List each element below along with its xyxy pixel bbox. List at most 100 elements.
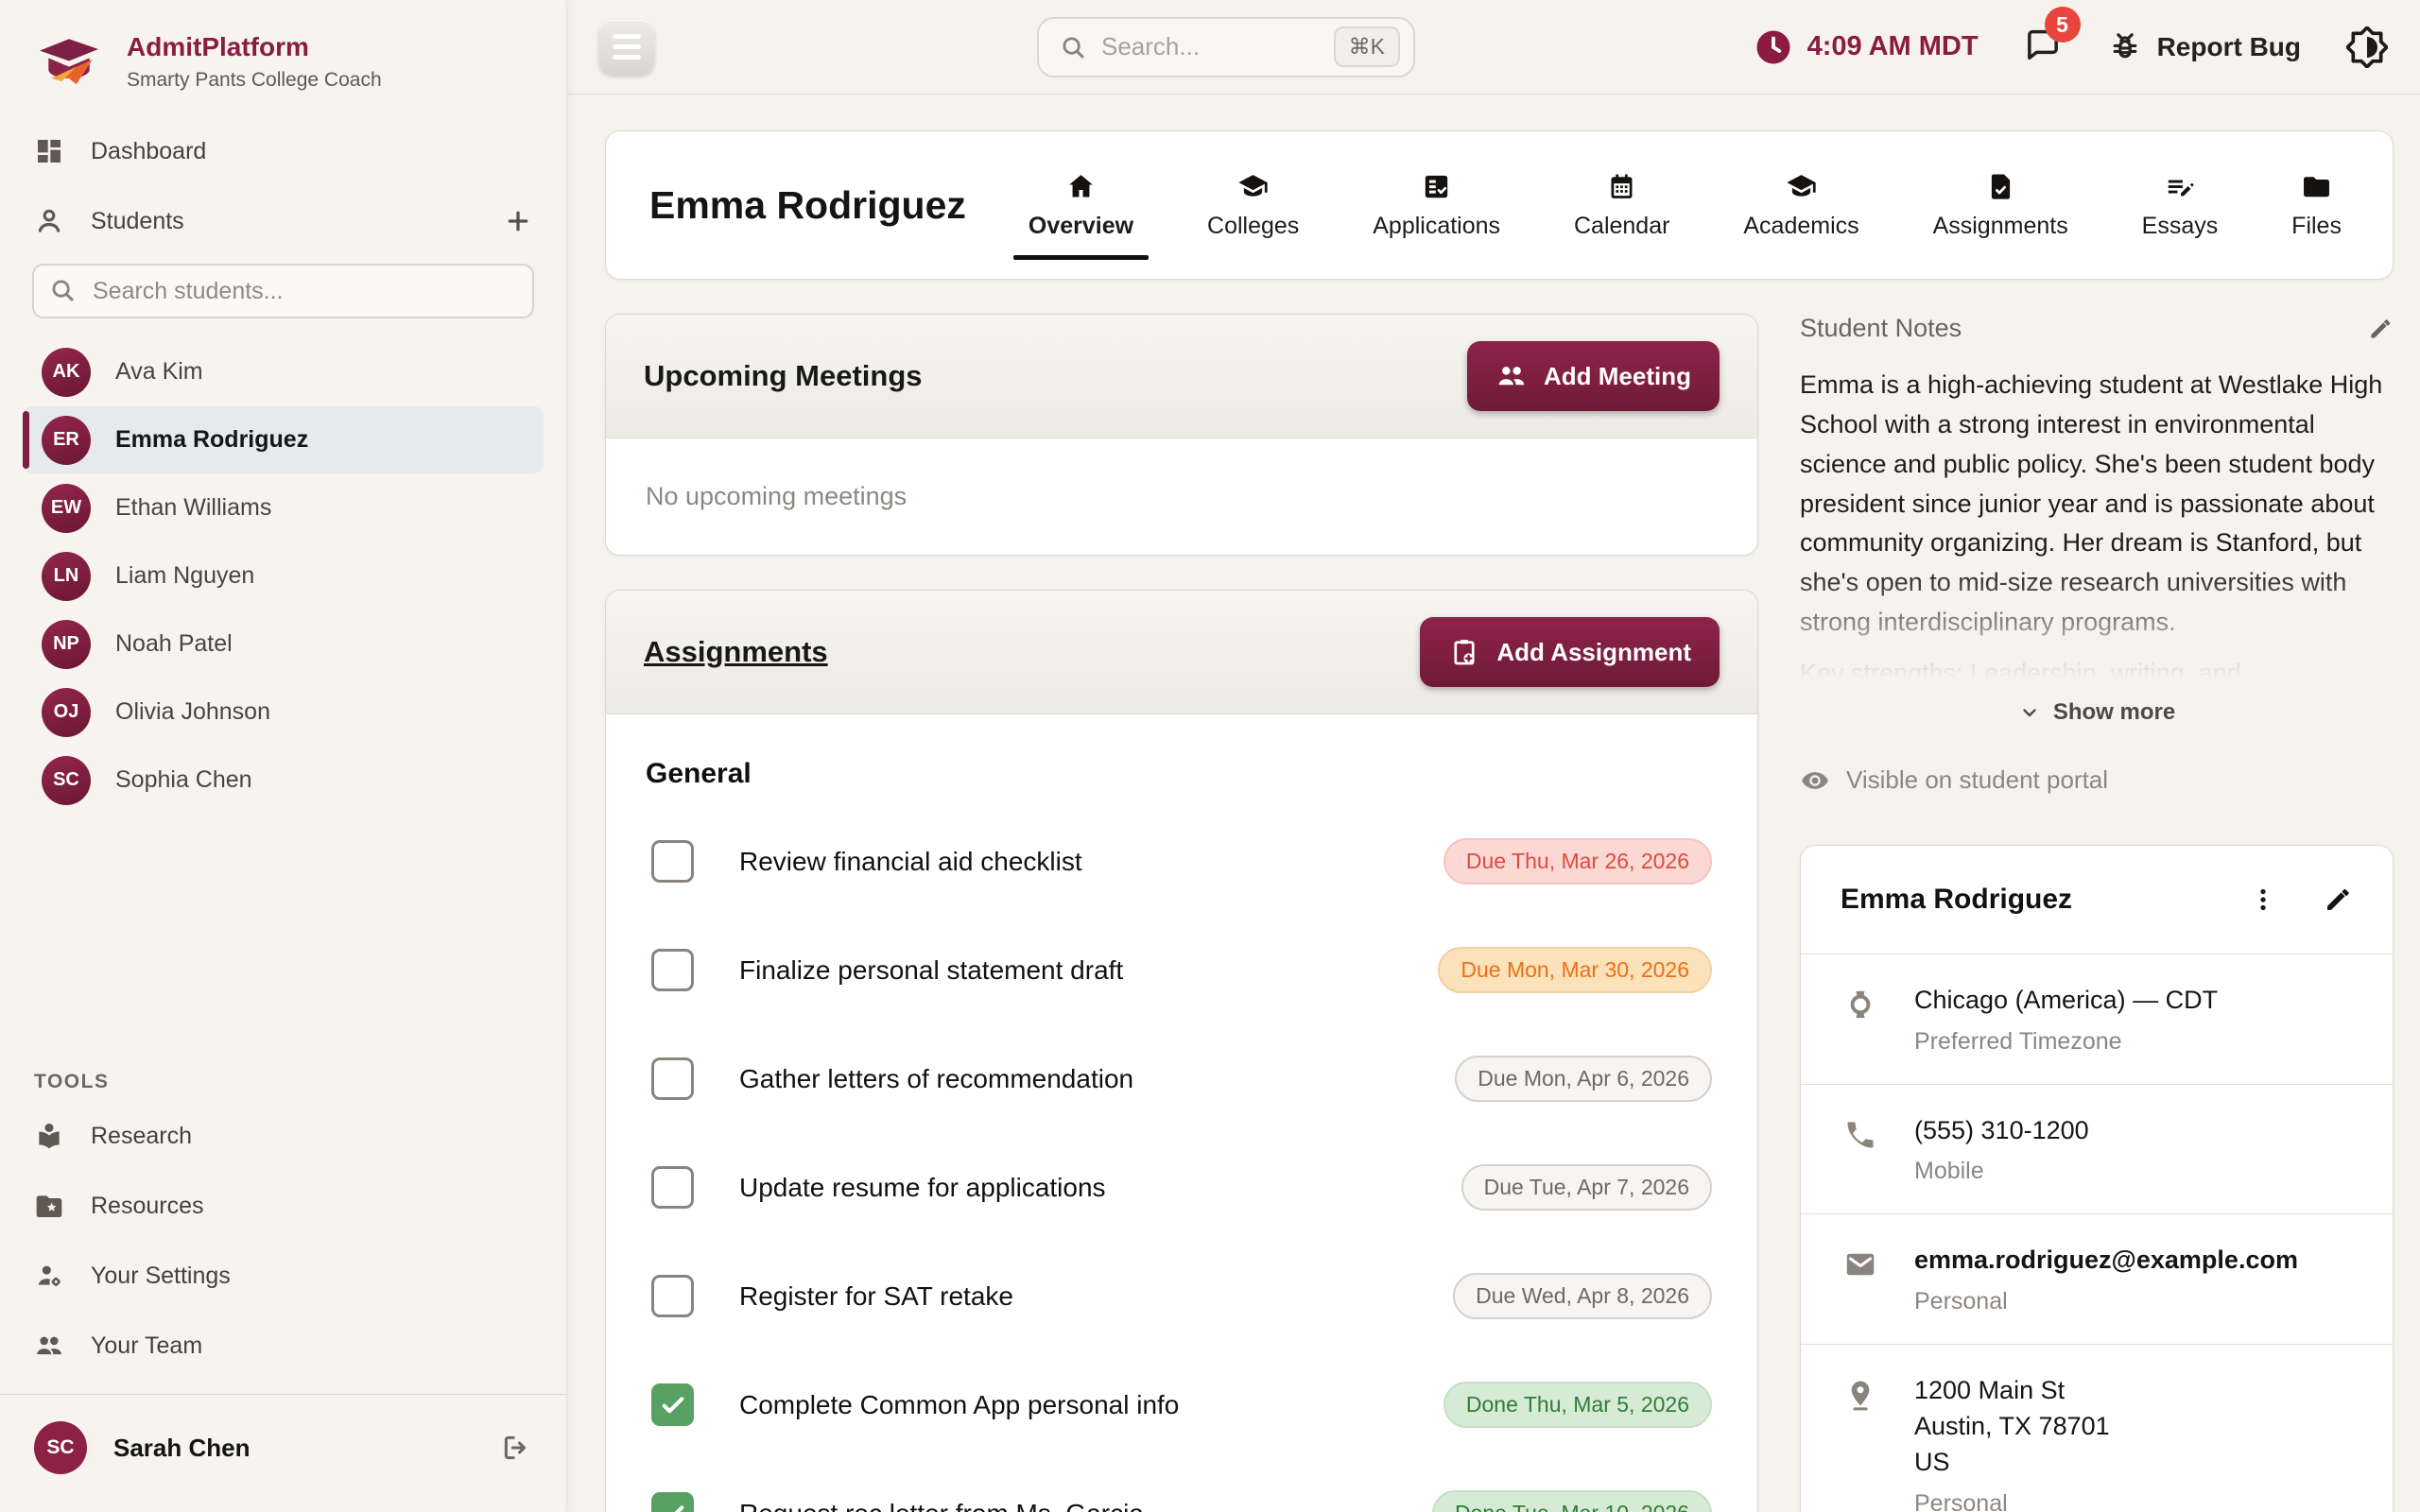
assignment-label[interactable]: Request rec letter from Ms. Garcia [739,1499,1144,1512]
assignments-card: Assignments Add Assignment General Revie… [605,590,1758,1512]
phone-icon [1847,1121,1874,1148]
edit-contact-icon[interactable] [2323,885,2353,915]
logout-icon[interactable] [500,1432,532,1464]
brand-name: AdmitPlatform [127,32,309,61]
add-meeting-label: Add Meeting [1544,361,1691,390]
assignment-group-title: General [646,758,752,789]
eye-icon [1802,771,1828,789]
clock-icon [1754,28,1791,65]
time-display[interactable]: 4:09 AM MDT [1754,27,1979,67]
student-row-ethan-williams[interactable]: EW Ethan Williams [23,474,544,541]
tab-files[interactable]: Files [2284,167,2349,244]
notes-teaser-text: Key strengths: Leadership, writing, and [1800,658,2241,687]
student-row-liam-nguyen[interactable]: LN Liam Nguyen [23,542,544,610]
assignment-checkbox[interactable] [651,1166,694,1209]
tab-assignments[interactable]: Assignments [1926,167,2076,244]
current-user: SC Sarah Chen [0,1394,566,1512]
student-row-sophia-chen[interactable]: SC Sophia Chen [23,747,544,814]
edit-note-icon [2169,180,2194,196]
tab-colleges[interactable]: Colleges [1200,167,1306,244]
tab-academics[interactable]: Academics [1736,167,1866,244]
add-meeting-button[interactable]: Add Meeting [1467,341,1720,411]
research-icon [39,1123,60,1149]
done-date-badge: Done Tue, Mar 10, 2026 [1431,1490,1712,1512]
sidebar-item-your-team[interactable]: Your Team [0,1311,566,1381]
tools-heading: TOOLS [34,1071,110,1092]
folder-icon [2304,176,2330,197]
contact-name: Emma Rodriguez [1841,883,2073,915]
due-date-badge: Due Thu, Mar 26, 2026 [1443,838,1712,885]
student-row-noah-patel[interactable]: NP Noah Patel [23,610,544,678]
person-icon [38,209,60,232]
tab-applications[interactable]: Applications [1365,167,1508,244]
sidebar: AdmitPlatform Smarty Pants College Coach… [0,0,567,1512]
sidebar-item-label: Students [91,207,184,234]
address-label: Personal [1914,1489,2008,1512]
chevron-down-icon [2023,709,2036,716]
phone-row: (555) 310-1200 Mobile [1801,1083,2393,1214]
assignment-checkbox[interactable] [651,840,694,883]
sidebar-item-your-settings[interactable]: Your Settings [0,1241,566,1311]
student-name: Noah Patel [115,630,233,657]
avatar: SC [34,1421,87,1474]
watch-icon [1850,988,1871,1020]
assignment-label[interactable]: Review financial aid checklist [739,847,1082,877]
email-row: emma.rodriguez@example.com Personal [1801,1213,2393,1344]
tab-essays[interactable]: Essays [2135,167,2226,244]
assignment-label[interactable]: Finalize personal statement draft [739,955,1123,986]
sidebar-item-dashboard[interactable]: Dashboard [0,116,566,186]
menu-button[interactable] [599,19,654,75]
due-date-badge: Due Mon, Mar 30, 2026 [1438,947,1712,993]
tab-label: Assignments [1932,212,2068,239]
assignments-title[interactable]: Assignments [644,635,828,669]
assignment-checkbox-checked[interactable] [651,1492,694,1512]
avatar: SC [42,755,91,805]
messages-button[interactable]: 5 [2024,7,2081,68]
sidebar-item-resources[interactable]: Resources [0,1171,566,1241]
sidebar-item-label: Research [91,1122,192,1149]
manage-accounts-icon [37,1264,62,1288]
contact-card: Emma Rodriguez Chicago (America) — CDT P… [1800,844,2394,1512]
report-bug-button[interactable]: Report Bug [2107,29,2301,65]
assignment-label[interactable]: Update resume for applications [739,1173,1106,1203]
assignment-checkbox[interactable] [651,1275,694,1317]
student-search-input[interactable] [32,264,534,318]
avatar: EW [42,483,91,533]
tab-calendar[interactable]: Calendar [1566,167,1677,244]
app-logo-icon [40,38,98,84]
global-search-input[interactable] [1101,32,1319,61]
theme-toggle-icon[interactable] [2346,26,2388,68]
sidebar-item-research[interactable]: Research [0,1101,566,1171]
tab-label: Applications [1373,212,1501,239]
student-name: Emma Rodriguez [115,426,309,453]
student-name: Ethan Williams [115,494,272,521]
email-value[interactable]: emma.rodriguez@example.com [1914,1243,2298,1279]
assignment-checkbox-checked[interactable] [651,1383,694,1426]
dashboard-icon [38,140,60,163]
kebab-menu-icon[interactable] [2249,885,2277,914]
assignment-label[interactable]: Register for SAT retake [739,1281,1013,1312]
assignment-checkbox[interactable] [651,949,694,991]
timezone-row: Chicago (America) — CDT Preferred Timezo… [1801,953,2393,1084]
assignment-row: Register for SAT retake Due Wed, Apr 8, … [646,1242,1718,1350]
assignment-label[interactable]: Complete Common App personal info [739,1390,1179,1420]
assignment-checkbox[interactable] [651,1057,694,1100]
student-row-emma-rodriguez[interactable]: ER Emma Rodriguez [23,406,544,473]
add-assignment-button[interactable]: Add Assignment [1420,617,1720,687]
task-doc-icon [1990,172,2012,200]
user-name: Sarah Chen [113,1433,251,1462]
add-student-icon[interactable] [504,207,532,235]
sidebar-item-students[interactable]: Students [0,186,566,256]
student-row-ava-kim[interactable]: AK Ava Kim [23,338,544,405]
address-line-2: Austin, TX 78701 [1914,1411,2110,1440]
edit-notes-icon[interactable] [2367,316,2394,342]
phone-value: (555) 310-1200 [1914,1115,2089,1144]
page-title: Emma Rodriguez [649,182,966,227]
meetings-title: Upcoming Meetings [644,359,923,392]
show-more-button[interactable]: Show more [1800,699,2394,726]
student-name: Sophia Chen [115,766,252,793]
student-row-olivia-johnson[interactable]: OJ Olivia Johnson [23,679,544,746]
address-line-1: 1200 Main St [1914,1376,2066,1405]
tab-overview[interactable]: Overview [1012,167,1150,260]
assignment-label[interactable]: Gather letters of recommendation [739,1064,1133,1094]
